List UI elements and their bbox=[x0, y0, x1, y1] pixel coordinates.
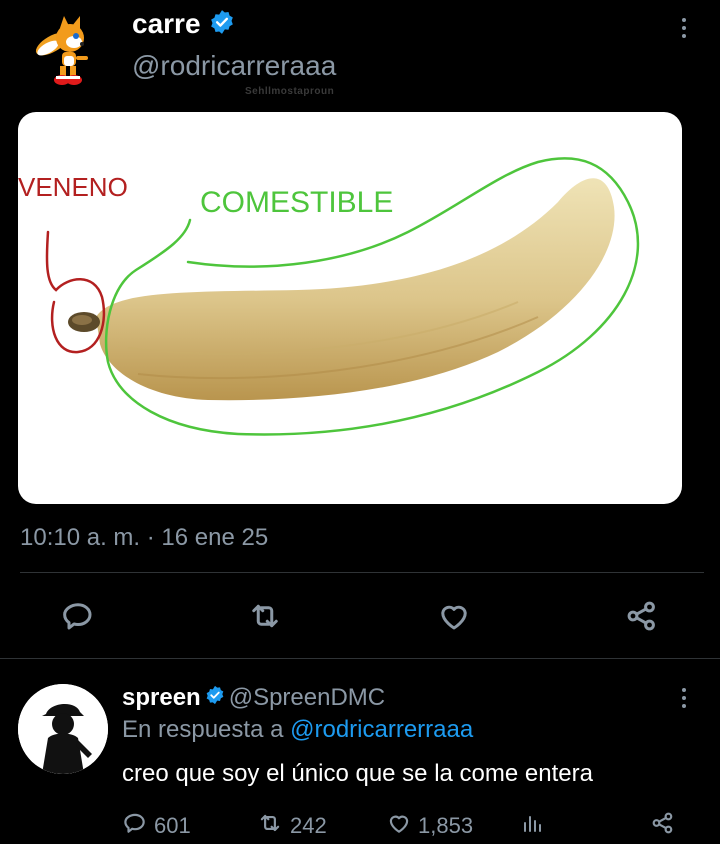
reply-avatar[interactable] bbox=[18, 684, 108, 774]
author-name-row: carre bbox=[132, 8, 235, 40]
like-icon bbox=[436, 598, 472, 634]
like-button[interactable] bbox=[436, 598, 472, 634]
replying-to-prefix: En respuesta a bbox=[122, 716, 284, 743]
reply-retweets-button[interactable]: 242 bbox=[256, 810, 327, 842]
likes-count: 1,853 bbox=[418, 813, 474, 838]
reply-likes-button[interactable]: 1,853 bbox=[386, 810, 473, 842]
like-icon bbox=[386, 810, 412, 842]
replying-to: En respuesta a @rodricarrerraaa bbox=[122, 716, 473, 744]
banana-diagram: VENENO COMESTIBLE bbox=[18, 157, 640, 436]
label-poison: VENENO bbox=[18, 172, 128, 202]
replying-to-mention[interactable]: @rodricarrerraaa bbox=[290, 716, 473, 743]
retweets-count: 242 bbox=[290, 813, 327, 838]
retweet-icon bbox=[256, 810, 284, 842]
retweet-icon bbox=[246, 598, 284, 634]
reply-button[interactable] bbox=[60, 598, 96, 634]
share-button[interactable] bbox=[624, 598, 660, 634]
label-edible: COMESTIBLE bbox=[200, 186, 393, 219]
reply-views-button[interactable] bbox=[520, 810, 544, 842]
silhouette-avatar-icon bbox=[18, 684, 108, 774]
reply-author-name[interactable]: spreen bbox=[122, 684, 201, 712]
more-dot-icon bbox=[682, 34, 686, 38]
reply-icon bbox=[122, 810, 148, 842]
author-avatar[interactable] bbox=[30, 14, 100, 88]
verified-badge-icon bbox=[205, 684, 225, 712]
more-options-button[interactable] bbox=[680, 18, 688, 38]
divider bbox=[20, 572, 704, 573]
replies-count: 601 bbox=[154, 813, 191, 838]
author-name[interactable]: carre bbox=[132, 8, 201, 40]
retweet-button[interactable] bbox=[246, 598, 284, 634]
reply-icon bbox=[60, 598, 96, 634]
reply-share-button[interactable] bbox=[650, 810, 676, 842]
reply-replies-button[interactable]: 601 bbox=[122, 810, 191, 842]
reply-text: creo que soy el único que se la come ent… bbox=[122, 760, 593, 787]
tweet-timestamp[interactable]: 10:10 a. m. · 16 ene 25 bbox=[20, 524, 268, 552]
more-dot-icon bbox=[682, 696, 686, 700]
author-handle[interactable]: @rodricarreraaa bbox=[132, 50, 336, 82]
more-dot-icon bbox=[682, 704, 686, 708]
share-icon bbox=[650, 810, 676, 842]
tweet-media-image[interactable]: VENENO COMESTIBLE bbox=[18, 112, 682, 504]
reply-author-handle[interactable]: @SpreenDMC bbox=[229, 684, 385, 712]
more-dot-icon bbox=[682, 26, 686, 30]
views-chart-icon bbox=[520, 810, 544, 842]
reply-header: spreen @SpreenDMC bbox=[122, 684, 385, 712]
poison-outline bbox=[45, 230, 106, 354]
watermark: Sehllmostaproun bbox=[245, 86, 335, 97]
verified-badge-icon bbox=[209, 9, 235, 40]
fox-character-icon bbox=[35, 16, 88, 85]
divider bbox=[0, 658, 720, 659]
share-icon bbox=[624, 598, 660, 634]
reply-more-options-button[interactable] bbox=[680, 688, 688, 708]
more-dot-icon bbox=[682, 688, 686, 692]
more-dot-icon bbox=[682, 18, 686, 22]
